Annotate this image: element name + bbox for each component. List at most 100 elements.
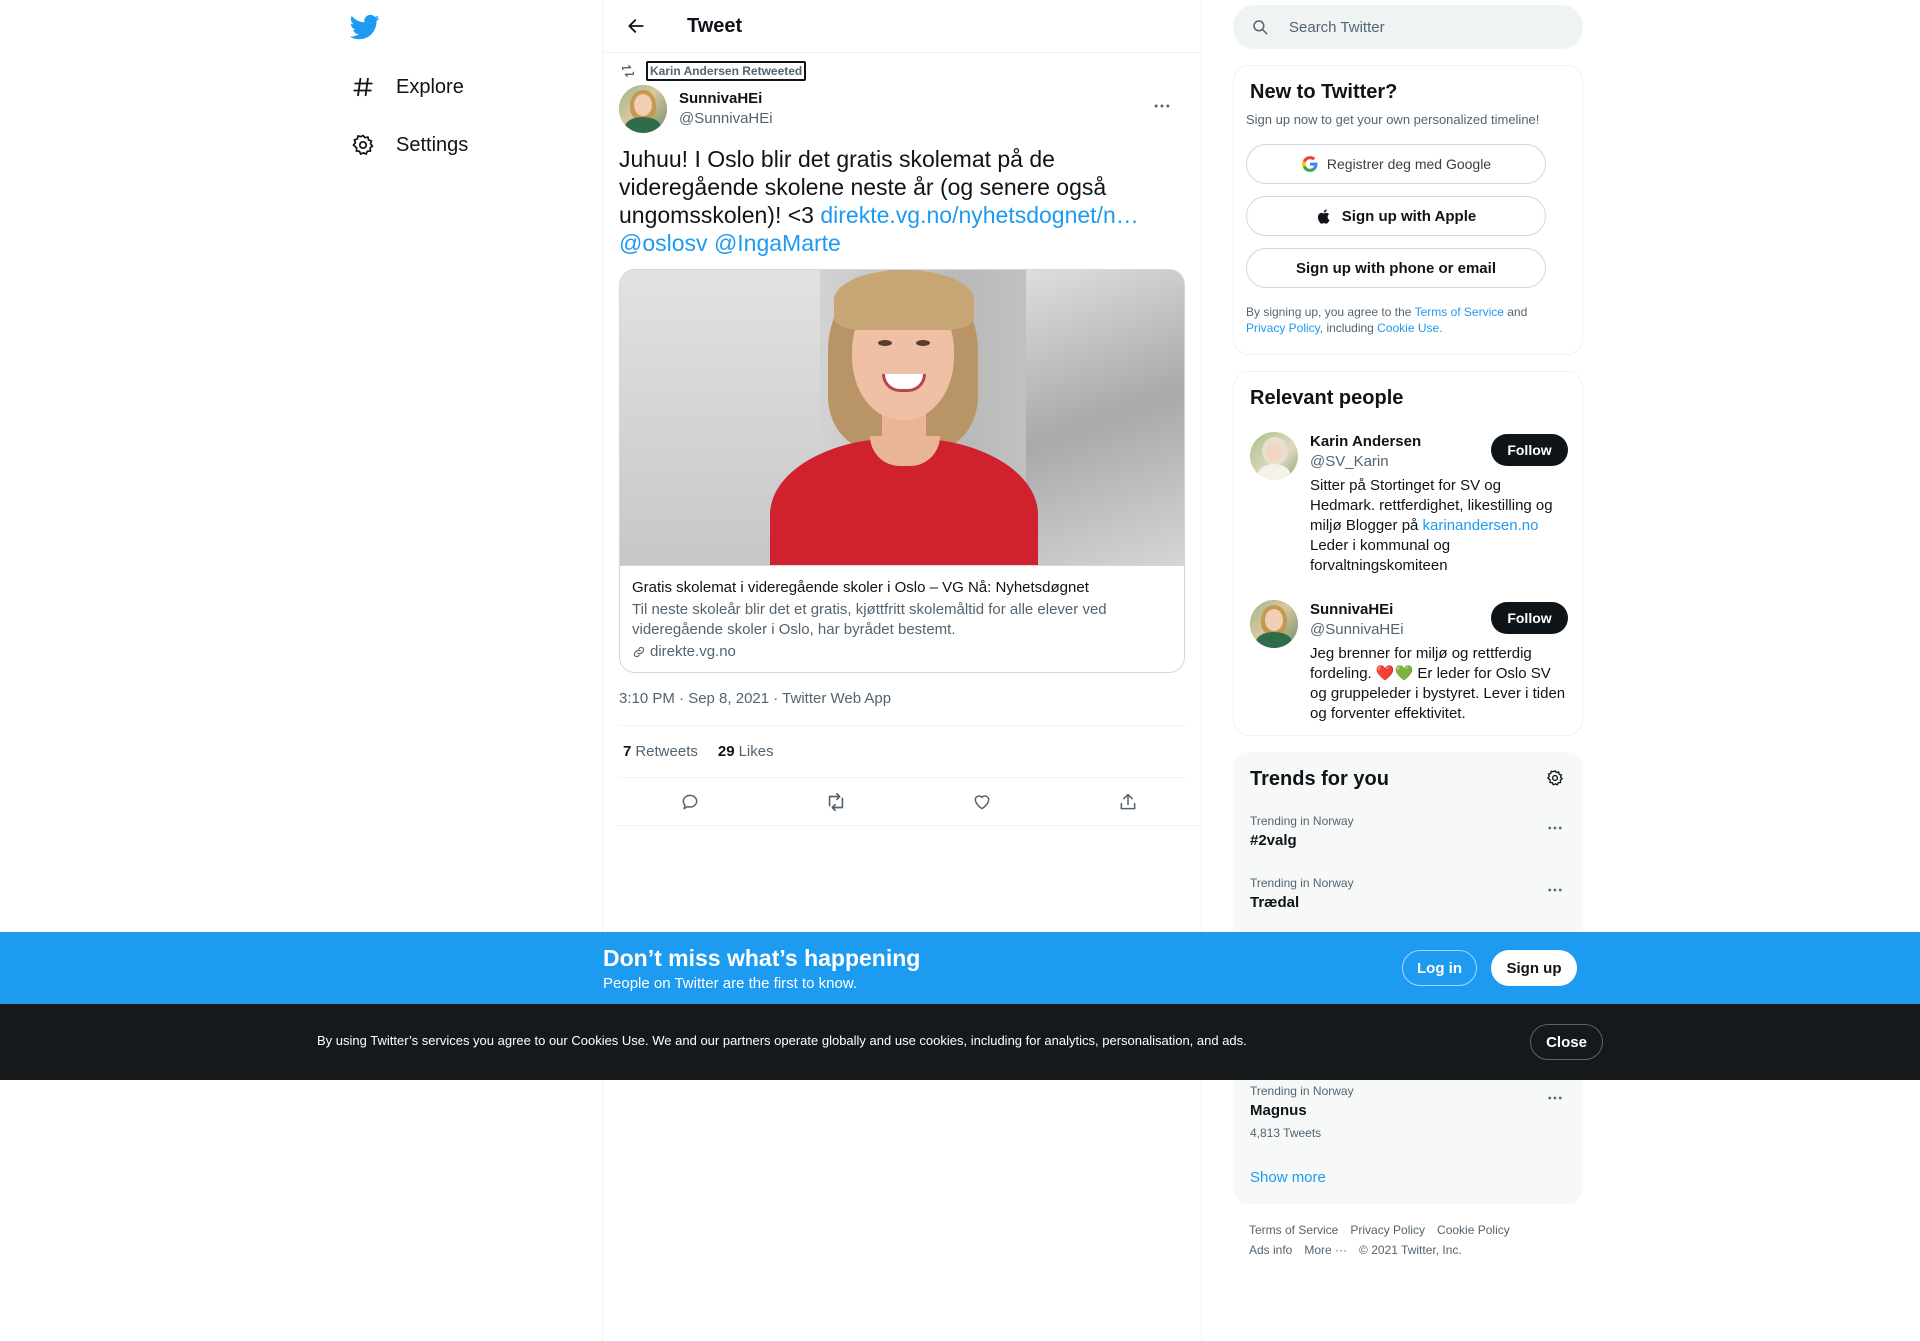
avatar[interactable]: [619, 85, 667, 133]
relevant-people-panel: Relevant people Karin Andersen @SV_Karin…: [1233, 371, 1583, 736]
footer-terms-link[interactable]: Terms of Service: [1249, 1220, 1338, 1240]
search-box[interactable]: [1233, 5, 1583, 49]
more-options-icon[interactable]: [1147, 91, 1177, 121]
trend-context: Trending in Norway: [1250, 876, 1354, 890]
more-options-icon[interactable]: [1544, 1087, 1566, 1109]
follow-button[interactable]: Follow: [1491, 434, 1568, 466]
signup-legal-text: By signing up, you agree to the Terms of…: [1234, 288, 1582, 336]
signup-google-label: Registrer deg med Google: [1326, 156, 1492, 172]
left-navigation: Explore Settings: [340, 0, 602, 1341]
signup-banner: Don’t miss what’s happening People on Tw…: [0, 932, 1920, 1004]
card-domain-text: direkte.vg.no: [650, 643, 736, 660]
signup-button[interactable]: Sign up: [1491, 950, 1577, 986]
nav-explore[interactable]: Explore: [350, 62, 464, 112]
right-sidebar: New to Twitter? Sign up now to get your …: [1233, 0, 1583, 1341]
signup-google-button[interactable]: Registrer deg med Google: [1246, 144, 1546, 184]
hashtag-icon: [350, 74, 376, 100]
signup-phone-label: Sign up with phone or email: [1295, 259, 1496, 277]
share-icon[interactable]: [1111, 785, 1145, 819]
trend-context: Trending in Norway: [1250, 814, 1354, 828]
card-domain: direkte.vg.no: [632, 642, 1172, 662]
trend-name: Trædal: [1250, 894, 1300, 911]
avatar[interactable]: [1250, 432, 1298, 480]
footer-ads-link[interactable]: Ads info: [1249, 1240, 1292, 1260]
tweet-timestamp[interactable]: 3:10 PM · Sep 8, 2021 · Twitter Web App: [619, 689, 1185, 709]
search-icon: [1251, 17, 1271, 37]
close-button[interactable]: Close: [1530, 1024, 1603, 1060]
more-options-icon[interactable]: [1544, 879, 1566, 901]
card-description: Til neste skoleår blir det et gratis, kj…: [632, 601, 1107, 638]
person-name[interactable]: SunnivaHEi: [1310, 600, 1393, 620]
show-more-link[interactable]: Show more: [1250, 1169, 1326, 1186]
footer-cookie-link[interactable]: Cookie Policy: [1437, 1220, 1510, 1240]
author-name[interactable]: SunnivaHEi: [679, 89, 773, 109]
footer-privacy-link[interactable]: Privacy Policy: [1350, 1220, 1425, 1240]
legal-including: , including: [1319, 321, 1378, 335]
more-options-icon[interactable]: [1544, 817, 1566, 839]
bio-link[interactable]: karinandersen.no: [1423, 517, 1539, 534]
author-handle[interactable]: @SunnivaHEi: [679, 109, 773, 129]
signup-apple-button[interactable]: Sign up with Apple: [1246, 196, 1546, 236]
signup-apple-label: Sign up with Apple: [1341, 207, 1477, 225]
link-icon: [632, 645, 646, 659]
google-icon: [1301, 155, 1319, 173]
footer-copyright: © 2021 Twitter, Inc.: [1359, 1243, 1462, 1257]
nav-explore-label: Explore: [396, 75, 464, 98]
mention-ingamarte[interactable]: @IngaMarte: [714, 230, 841, 256]
retweets-count[interactable]: 7: [623, 743, 631, 760]
tweet-actions: [617, 778, 1201, 826]
login-button[interactable]: Log in: [1402, 950, 1477, 986]
gear-icon[interactable]: [1544, 767, 1566, 789]
person-card[interactable]: SunnivaHEi @SunnivaHEi Follow Jeg brenne…: [1234, 600, 1584, 730]
follow-button[interactable]: Follow: [1491, 602, 1568, 634]
cookie-text: By using Twitter’s services you agree to…: [317, 1033, 1247, 1048]
privacy-link[interactable]: Privacy Policy: [1246, 321, 1320, 335]
tweet-stats: 7 Retweets 29 Likes: [619, 726, 1185, 778]
trend-item[interactable]: Trending in Norway #2valg: [1250, 813, 1566, 851]
signup-phone-button[interactable]: Sign up with phone or email: [1246, 248, 1546, 288]
footer-more-link[interactable]: More ···: [1304, 1240, 1347, 1260]
trend-name: #2valg: [1250, 832, 1297, 849]
trend-item[interactable]: Trending in Norway Magnus 4,813 Tweets: [1250, 1083, 1566, 1141]
gear-icon: [350, 132, 376, 158]
trend-count: 4,813 Tweets: [1250, 1126, 1322, 1140]
mention-oslosv[interactable]: @oslosv: [619, 230, 708, 256]
tweet-header: Tweet: [603, 0, 1201, 53]
page-title: Tweet: [687, 14, 743, 37]
nav-settings[interactable]: Settings: [350, 120, 468, 170]
retweet-context: Karin Andersen Retweeted: [619, 61, 1185, 81]
cookie-use-link[interactable]: Cookie Use.: [1377, 321, 1442, 335]
retweets-label[interactable]: Retweets: [635, 743, 698, 760]
tweet-author: SunnivaHEi @SunnivaHEi: [619, 85, 1185, 133]
trend-context: Trending in Norway: [1250, 1084, 1354, 1098]
twitter-bird-icon[interactable]: [349, 12, 384, 42]
like-icon[interactable]: [965, 785, 999, 819]
apple-icon: [1316, 207, 1334, 225]
card-title: Gratis skolemat i videregående skoler i …: [632, 579, 1089, 596]
retweet-icon[interactable]: [819, 785, 853, 819]
person-bio: Sitter på Stortinget for SV og Hedmark. …: [1310, 476, 1566, 576]
likes-label[interactable]: Likes: [739, 743, 774, 760]
search-input[interactable]: [1289, 18, 1549, 36]
banner-title: Don’t miss what’s happening: [603, 945, 921, 971]
reply-icon[interactable]: [673, 785, 707, 819]
relevant-people-title: Relevant people: [1250, 387, 1404, 409]
back-arrow-icon[interactable]: [621, 11, 651, 41]
legal-prefix: By signing up, you agree to the: [1246, 305, 1415, 319]
tweet-link[interactable]: direkte.vg.no/nyhetsdognet/n…: [820, 202, 1138, 228]
person-name[interactable]: Karin Andersen: [1310, 432, 1421, 452]
retweeted-by-link[interactable]: Karin Andersen Retweeted: [646, 61, 807, 81]
person-card[interactable]: Karin Andersen @SV_Karin Follow Sitter p…: [1234, 432, 1584, 582]
link-card[interactable]: Gratis skolemat i videregående skoler i …: [619, 269, 1185, 673]
trend-name: Magnus: [1250, 1102, 1307, 1119]
legal-and: and: [1503, 305, 1528, 319]
likes-count[interactable]: 29: [718, 743, 735, 760]
retweet-icon: [619, 62, 637, 80]
person-bio: Jeg brenner for miljø og rettferdig ford…: [1310, 644, 1566, 724]
person-handle[interactable]: @SunnivaHEi: [1310, 620, 1404, 640]
bio-text-end: Leder i kommunal og forvaltningskomiteen: [1310, 537, 1451, 574]
person-handle[interactable]: @SV_Karin: [1310, 452, 1389, 472]
avatar[interactable]: [1250, 600, 1298, 648]
trend-item[interactable]: Trending in Norway Trædal: [1250, 875, 1566, 913]
terms-link[interactable]: Terms of Service: [1415, 305, 1504, 319]
